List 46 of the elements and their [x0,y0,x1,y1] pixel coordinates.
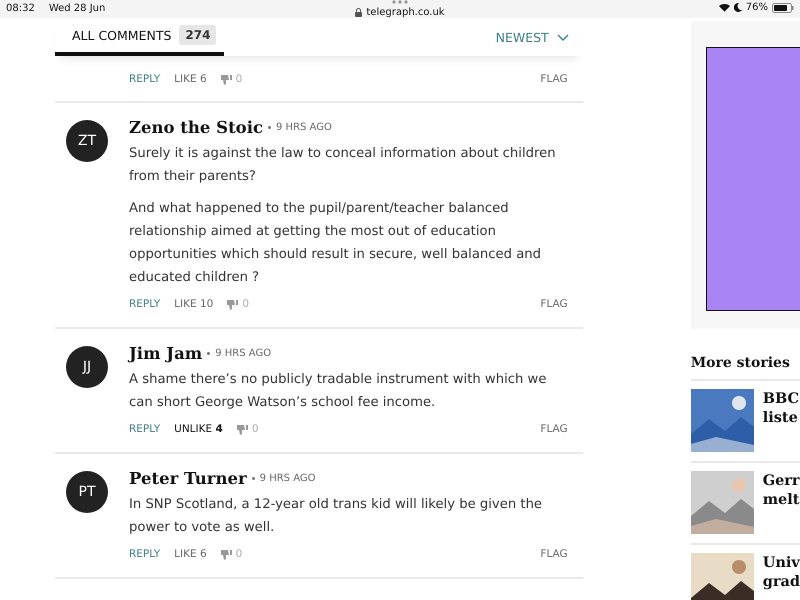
separator-dot-icon [252,477,255,480]
comments-tab[interactable]: ALL COMMENTS 274 [55,18,224,56]
chevron-down-icon [556,34,569,40]
more-icon[interactable] [392,0,408,4]
avatar: PT [66,471,108,513]
sort-dropdown[interactable]: NEWEST [496,30,569,44]
moon-icon [734,3,742,12]
reply-button[interactable]: REPLY [129,423,160,435]
comment-count: 274 [179,25,216,45]
comment-text: A shame there’s no publicly tradable instrument with which we can short George Watson’s school fee income. [129,371,548,412]
comment-text: In SNP Scotland, a 12-year old trans kid will likely be given the power to vote as well. [129,496,544,537]
section-heading: More stories [690,355,800,381]
url-text[interactable]: telegraph.co.uk [366,7,445,18]
battery-icon [772,2,794,12]
lock-icon [355,8,362,17]
flag-button[interactable]: FLAG [540,298,568,310]
timestamp: 9 HRS AGO [276,122,332,133]
like-button[interactable]: LIKE 6 [174,548,207,560]
author-name[interactable]: Zeno the Stoic [129,118,264,137]
status-date: Wed 28 Jun [48,3,106,14]
flag-button[interactable]: FLAG [540,73,568,85]
story-title[interactable]: BBC liste [762,389,800,452]
comment-text: Surely it is against the law to conceal information about children from their parents? [129,145,557,186]
like-button[interactable]: UNLIKE 4 [174,423,223,435]
battery-percent: 76% [746,2,768,13]
story-title[interactable]: Gerr melt [762,471,800,534]
flag-button[interactable]: FLAG [540,548,568,560]
status-time: 08:32 [6,3,35,14]
like-button[interactable]: LIKE 10 [174,298,214,310]
author-name[interactable]: Peter Turner [129,469,247,488]
flag-button[interactable]: FLAG [540,423,568,435]
reply-button[interactable]: REPLY [129,298,160,310]
avatar: ZT [66,120,108,162]
wifi-icon [718,3,730,12]
avatar: JJ [66,346,108,388]
separator-dot-icon [268,126,272,129]
timestamp: 9 HRS AGO [260,473,316,484]
reply-button[interactable]: REPLY [129,548,160,560]
story-title[interactable]: Univ grad [762,553,800,600]
like-button[interactable]: LIKE 6 [174,73,207,85]
author-name[interactable]: Jim Jam [129,344,202,363]
tab-label: ALL COMMENTS [72,28,172,42]
reply-button[interactable]: REPLY [129,73,160,85]
comment-text: And what happened to the pupil/parent/teacher balanced relationship aimed at getting the most out of education opportunities which should result in secure, well balanced and educated children ? [129,200,542,287]
timestamp: 9 HRS AGO [215,348,272,359]
separator-dot-icon [207,352,210,355]
